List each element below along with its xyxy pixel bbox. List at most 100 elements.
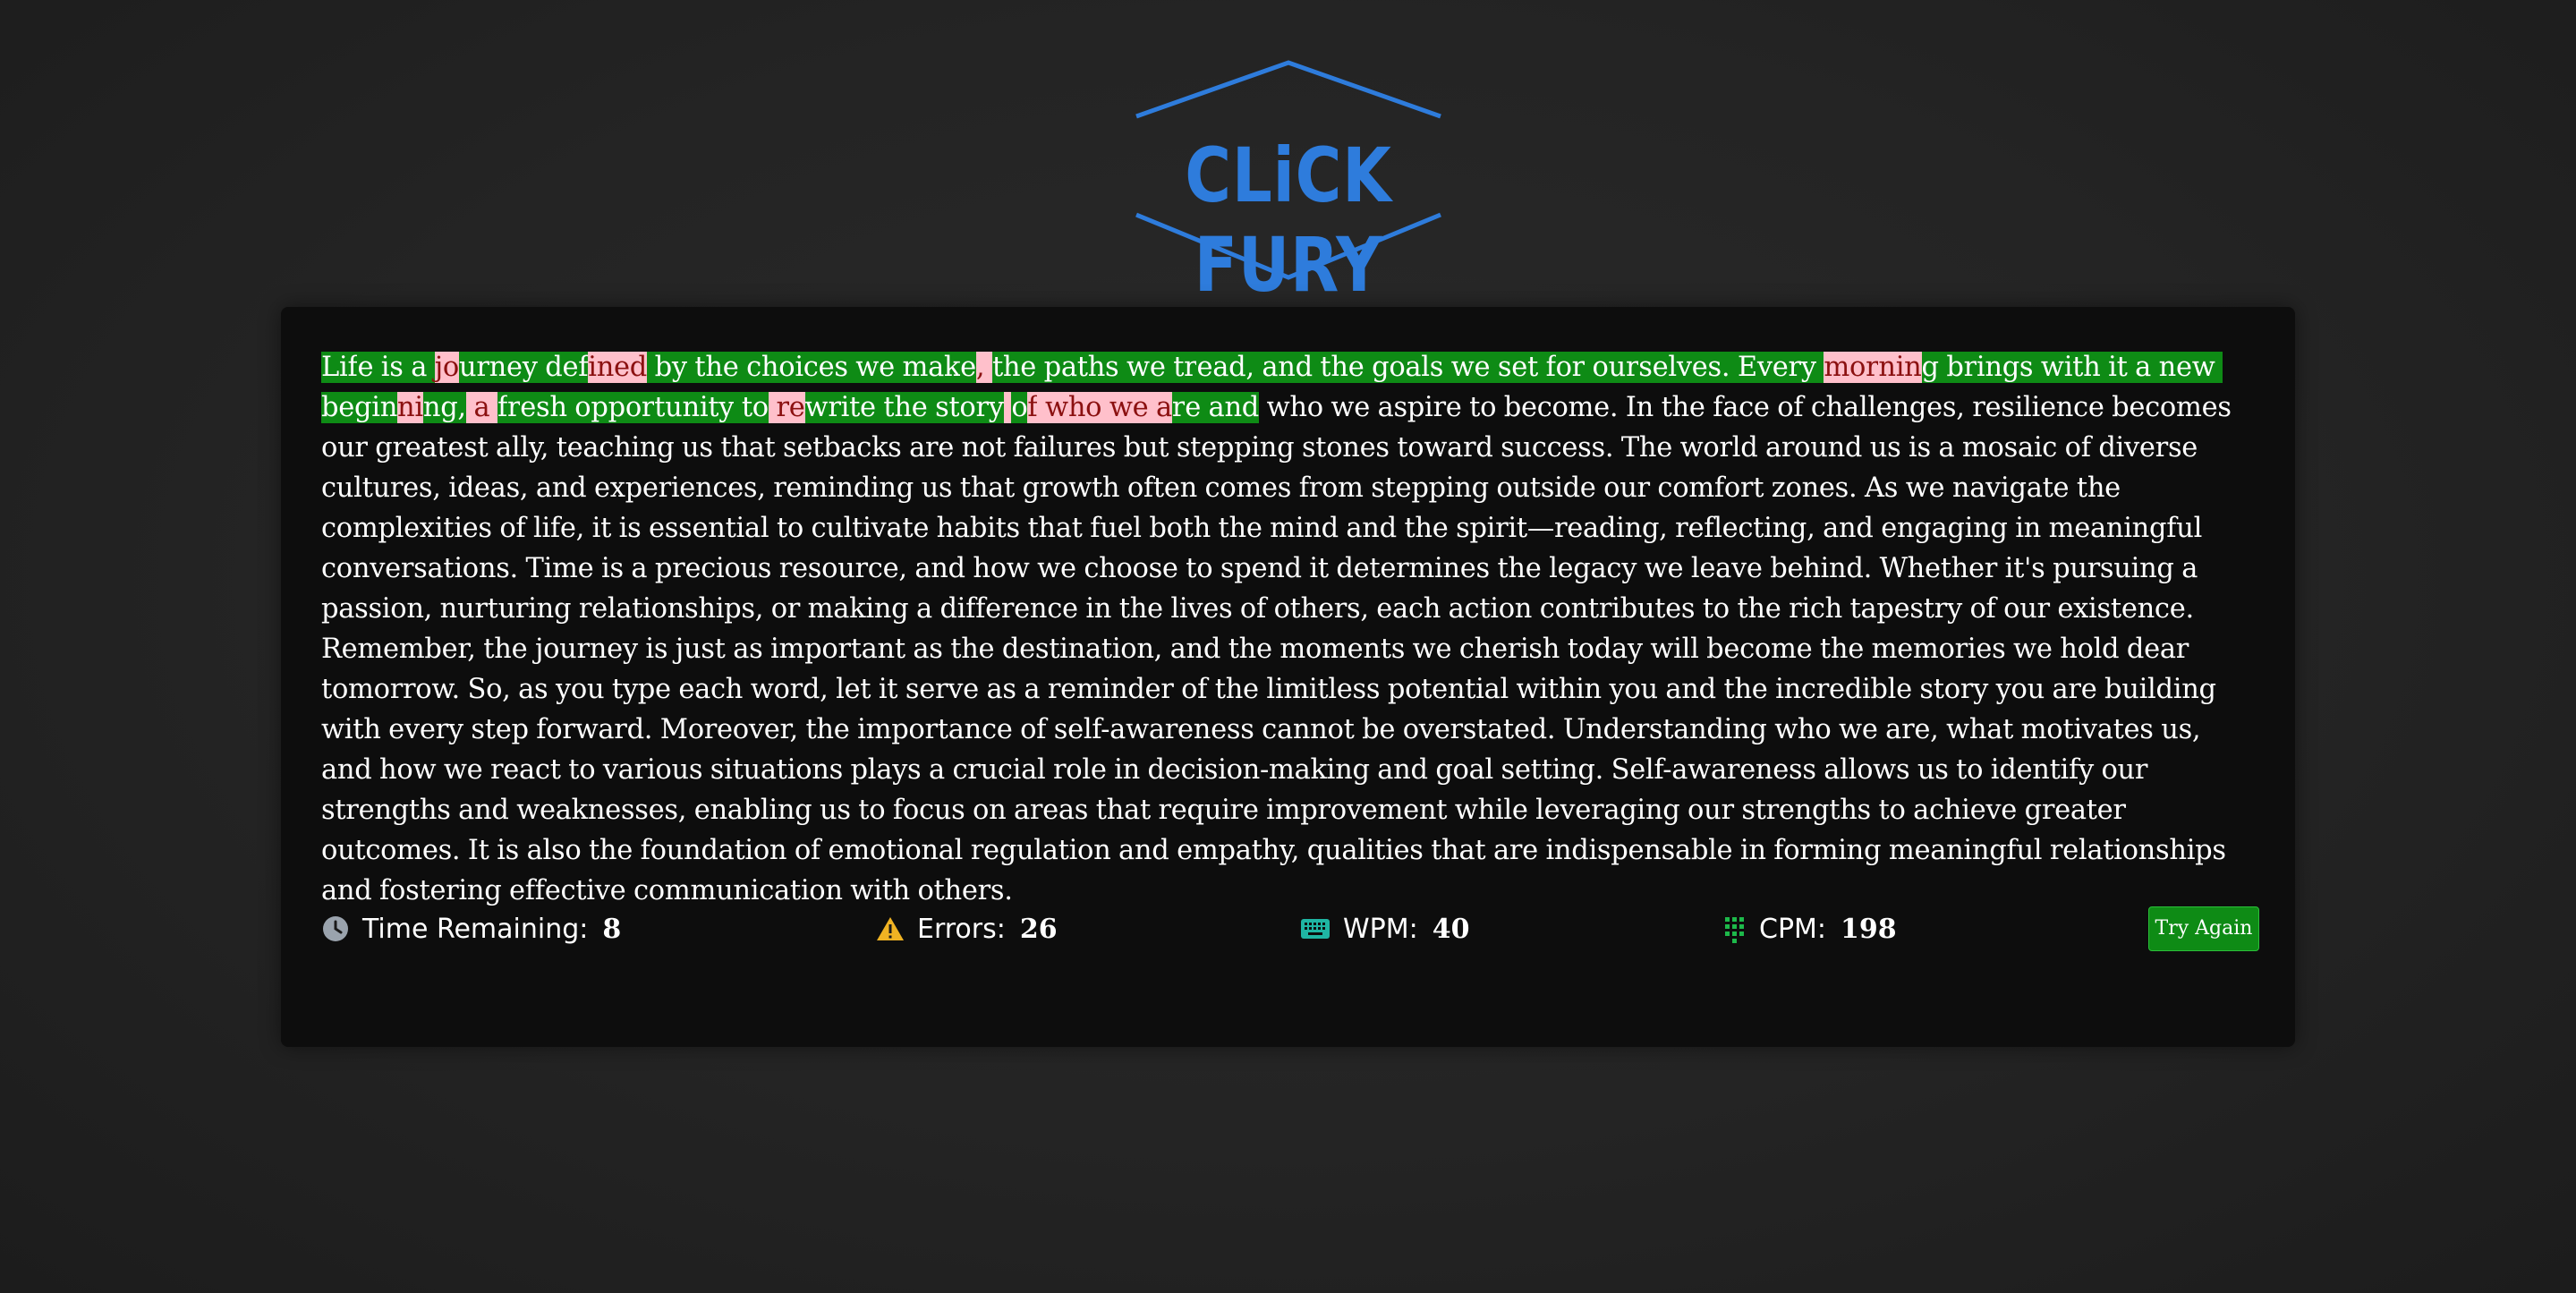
typed-char-correct: [2215, 352, 2223, 383]
typed-char-correct: [1200, 392, 1209, 423]
typed-char-correct: m: [902, 352, 929, 383]
typed-char-correct: r: [975, 392, 989, 423]
typed-char-correct: e: [357, 352, 374, 383]
typed-char-correct: r: [1171, 392, 1186, 423]
typed-char-correct: h: [1002, 352, 1021, 383]
typed-char-correct: t: [741, 392, 752, 423]
typed-char-correct: e: [506, 352, 523, 383]
typed-char-correct: u: [1608, 352, 1626, 383]
typed-char-correct: s: [2019, 352, 2034, 383]
typed-char-correct: p: [1043, 352, 1061, 383]
time-remaining-label: Time Remaining:: [362, 913, 589, 945]
typed-char-correct: t: [694, 352, 706, 383]
cpm-value: 198: [1841, 913, 1897, 945]
typed-char-correct: e: [338, 392, 354, 423]
typed-char-correct: e: [1348, 352, 1365, 383]
typed-char-correct: s: [1638, 352, 1653, 383]
typed-char-correct: a: [1262, 352, 1279, 383]
typed-char-correct: t: [708, 392, 719, 423]
typed-char-correct: s: [1105, 352, 1119, 383]
typed-char-correct: .: [1721, 352, 1730, 383]
typed-char-correct: e: [1691, 352, 1708, 383]
try-again-button[interactable]: Try Again: [2148, 906, 2259, 951]
typed-char-error: i: [1895, 352, 1905, 383]
typed-char-correct: a: [411, 352, 428, 383]
stats-bar: Time Remaining: 8 Errors: 26 WPM: 40 CPM…: [321, 906, 2259, 951]
typed-char-correct: n: [1985, 352, 2002, 383]
typed-char-correct: [2151, 352, 2159, 383]
typed-char-correct: a: [1212, 352, 1229, 383]
typing-passage[interactable]: Life is a journey defined by the choices…: [321, 347, 2257, 911]
logo-text: CLiCK FURY: [1185, 132, 1392, 309]
typed-char-correct: [1036, 352, 1044, 383]
typed-char-correct: b: [321, 392, 339, 423]
typed-char-error: [1101, 392, 1109, 423]
typed-char-correct: d: [1228, 352, 1246, 383]
typed-char-correct: l: [1421, 352, 1430, 383]
typed-char-correct: a: [1208, 392, 1225, 423]
typed-char-correct: [927, 392, 936, 423]
typed-char-correct: u: [458, 352, 477, 383]
typed-char-correct: f: [578, 352, 589, 383]
wpm-label: WPM:: [1343, 913, 1418, 945]
typed-char-correct: o: [1555, 352, 1572, 383]
typed-char-error: n: [1904, 352, 1922, 383]
typed-char-correct: s: [834, 352, 848, 383]
typed-char-error: a: [1156, 392, 1172, 423]
typed-char-correct: t: [1173, 352, 1185, 383]
typed-char-correct: [647, 352, 655, 383]
typed-char-correct: d: [545, 352, 563, 383]
typed-char-error: e: [788, 392, 805, 423]
typed-char-correct: n: [682, 392, 700, 423]
typed-char-error: w: [1109, 392, 1133, 423]
typed-char-correct: ,: [1245, 352, 1254, 383]
typed-char-correct: y: [988, 392, 1004, 423]
typed-char-correct: r: [1963, 352, 1977, 383]
typed-char-correct: w: [1126, 352, 1150, 383]
typed-char-error: j: [434, 352, 443, 383]
stat-time-remaining: Time Remaining: 8: [321, 906, 621, 951]
typed-char-correct: s: [389, 352, 404, 383]
typed-char-correct: [1490, 352, 1498, 383]
typed-char-error: [984, 352, 992, 383]
typed-char-error: n: [397, 392, 415, 423]
typed-char-correct: o: [778, 352, 795, 383]
typed-char-correct: t: [654, 392, 666, 423]
typed-char-correct: n: [1278, 352, 1296, 383]
typed-char-correct: f: [1545, 352, 1556, 383]
typed-char-correct: y: [718, 392, 735, 423]
typed-char-correct: r: [476, 352, 489, 383]
typed-char-correct: n: [2158, 352, 2176, 383]
typed-char-correct: s: [535, 392, 550, 423]
typed-char-correct: t: [948, 392, 960, 423]
typed-char-correct: n: [422, 392, 441, 423]
typed-char-correct: [1165, 352, 1174, 383]
typed-char-correct: w: [2191, 352, 2215, 383]
typed-char-correct: i: [795, 352, 803, 383]
typed-char-correct: l: [1668, 352, 1677, 383]
stat-errors: Errors: 26: [876, 906, 1058, 951]
typed-char-correct: t: [1076, 352, 1088, 383]
typed-char-correct: i: [371, 392, 380, 423]
typed-char-correct: e: [1474, 352, 1491, 383]
typed-char-correct: d: [1241, 392, 1260, 423]
typed-char-correct: n: [1224, 392, 1242, 423]
typed-char-correct: [1118, 352, 1127, 383]
typed-char-correct: r: [641, 392, 655, 423]
typed-char-correct: g: [440, 392, 458, 423]
untyped-text: who we aspire to become. In the face of …: [321, 392, 2232, 906]
typed-char-correct: L: [321, 352, 339, 383]
typed-char-correct: y: [1800, 352, 1816, 383]
typed-char-correct: o: [752, 392, 769, 423]
typed-char-error: e: [1132, 392, 1149, 423]
typed-char-correct: i: [2108, 352, 2117, 383]
typed-char-correct: h: [1331, 352, 1348, 383]
typed-char-correct: s: [1707, 352, 1722, 383]
typed-char-correct: [1537, 352, 1546, 383]
typed-char-correct: w: [855, 352, 880, 383]
typed-char-correct: t: [1527, 352, 1538, 383]
typed-char-correct: e: [1772, 352, 1789, 383]
typed-char-correct: [1584, 352, 1593, 383]
typed-char-correct: e: [722, 352, 739, 383]
typed-char-correct: g: [2002, 352, 2019, 383]
